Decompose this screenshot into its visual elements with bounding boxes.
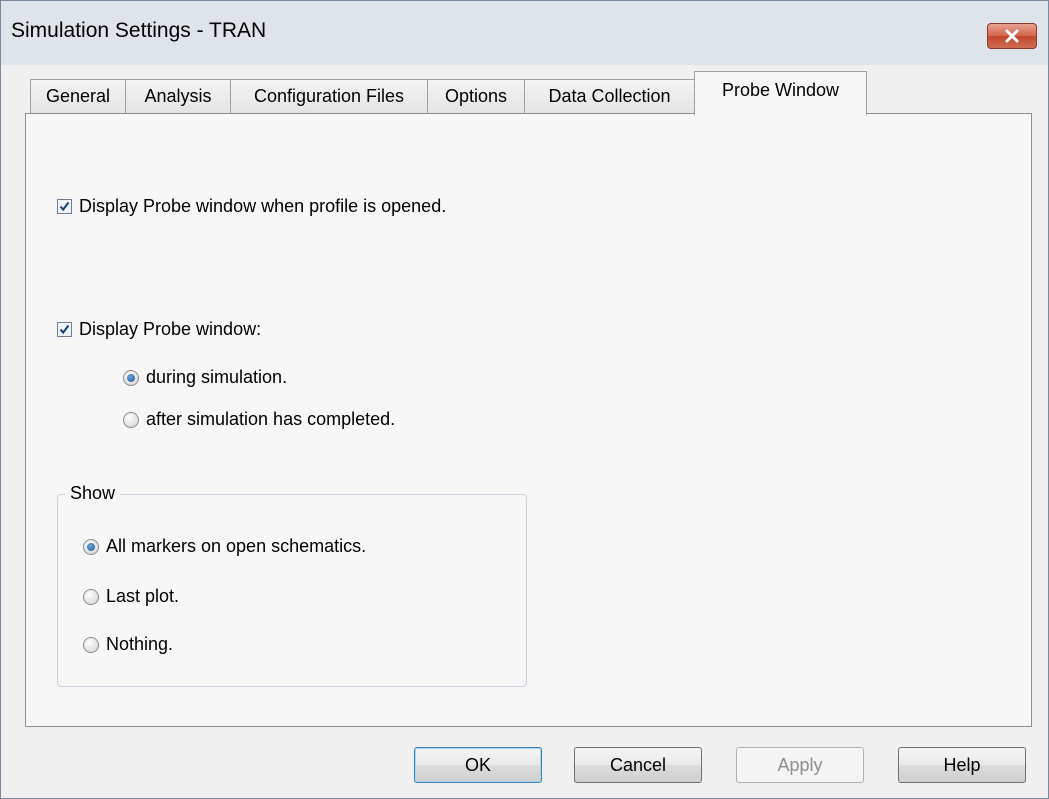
tab-options[interactable]: Options (427, 79, 525, 113)
tab-probe-window[interactable]: Probe Window (694, 71, 867, 115)
radio-circle-icon[interactable] (123, 411, 139, 428)
tab-label: Probe Window (721, 80, 840, 100)
radio-all-markers[interactable]: All markers on open schematics. (83, 536, 366, 557)
checkmark-icon (59, 201, 70, 212)
checkbox-box[interactable] (57, 322, 72, 337)
dialog-window: Simulation Settings - TRAN General Analy… (0, 0, 1049, 799)
close-icon (1005, 29, 1019, 43)
radio-after-simulation[interactable]: after simulation has completed. (123, 409, 395, 430)
tab-label: General (45, 86, 111, 106)
tab-data-collection[interactable]: Data Collection (524, 79, 695, 113)
title-bar[interactable]: Simulation Settings - TRAN (1, 1, 1048, 65)
radio-nothing[interactable]: Nothing. (83, 634, 173, 655)
ok-button[interactable]: OK (414, 747, 542, 783)
checkbox-display-probe-window[interactable]: Display Probe window: (57, 319, 261, 340)
show-group-title: Show (65, 483, 121, 504)
radio-label: All markers on open schematics. (106, 536, 367, 556)
checkbox-label: Display Probe window: (79, 319, 262, 339)
tab-label: Data Collection (548, 86, 671, 106)
tab-strip: General Analysis Configuration Files Opt… (1, 65, 1048, 115)
checkbox-box[interactable] (57, 199, 72, 214)
radio-dot-icon[interactable] (83, 538, 99, 555)
help-button[interactable]: Help (898, 747, 1026, 783)
radio-circle-icon[interactable] (83, 588, 99, 605)
tab-configuration-files[interactable]: Configuration Files (230, 79, 428, 113)
tab-label: Configuration Files (253, 86, 405, 106)
radio-label: Last plot. (106, 586, 180, 606)
radio-label: after simulation has completed. (146, 409, 396, 429)
radio-last-plot[interactable]: Last plot. (83, 586, 179, 607)
cancel-button[interactable]: Cancel (574, 747, 702, 783)
radio-label: Nothing. (106, 634, 174, 654)
radio-during-simulation[interactable]: during simulation. (123, 367, 287, 388)
radio-dot-icon[interactable] (123, 369, 139, 386)
checkbox-display-on-open[interactable]: Display Probe window when profile is ope… (57, 196, 446, 217)
tab-label: Options (444, 86, 508, 106)
checkbox-label: Display Probe window when profile is ope… (79, 196, 447, 216)
radio-label: during simulation. (146, 367, 288, 387)
window-title: Simulation Settings - TRAN (11, 19, 267, 42)
tab-analysis[interactable]: Analysis (125, 79, 231, 113)
tab-label: Analysis (144, 86, 212, 106)
radio-circle-icon[interactable] (83, 636, 99, 653)
checkmark-icon (59, 324, 70, 335)
close-button[interactable] (987, 23, 1037, 49)
apply-button[interactable]: Apply (736, 747, 864, 783)
tab-general[interactable]: General (30, 79, 126, 113)
